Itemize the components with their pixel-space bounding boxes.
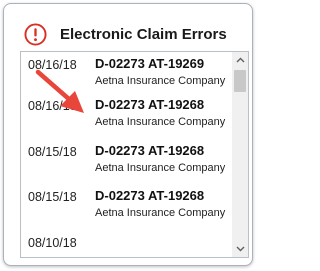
claim-date: 08/16/18 [28,58,77,72]
claims-list[interactable]: 08/16/18 D-02273 AT-19269 Aetna Insuranc… [20,51,249,258]
claim-company: Aetna Insurance Company [95,75,226,87]
chevron-up-icon [236,57,244,63]
claim-date: 08/10/18 [28,236,77,250]
claim-company: Aetna Insurance Company [95,116,226,128]
vertical-scrollbar[interactable] [232,52,248,257]
list-item[interactable]: 08/15/18 D-02273 AT-19268 Aetna Insuranc… [21,139,232,185]
claim-code: D-02273 AT-19268 [95,97,205,112]
claim-errors-panel: Electronic Claim Errors 08/16/18 D-02273… [3,3,253,266]
claim-code: D-02273 AT-19268 [95,188,205,203]
scrollbar-thumb[interactable] [234,70,246,92]
claim-company: Aetna Insurance Company [95,162,226,174]
claim-company: Aetna Insurance Company [95,207,226,219]
scroll-down-button[interactable] [232,241,248,257]
scroll-up-button[interactable] [232,52,248,68]
claim-code: D-02273 AT-19268 [95,143,205,158]
panel-title: Electronic Claim Errors [60,26,227,43]
list-item[interactable]: 08/10/18 [21,230,232,257]
list-item[interactable]: 08/16/18 D-02273 AT-19269 Aetna Insuranc… [21,52,232,98]
alert-circle-icon [24,23,47,46]
claim-date: 08/15/18 [28,190,77,204]
claim-code: D-02273 AT-19269 [95,56,205,71]
claim-date: 08/16/18 [28,99,77,113]
list-item[interactable]: 08/16/18 D-02273 AT-19268 Aetna Insuranc… [21,93,232,139]
list-item[interactable]: 08/15/18 D-02273 AT-19268 Aetna Insuranc… [21,184,232,230]
claim-date: 08/15/18 [28,145,77,159]
chevron-down-icon [236,246,244,252]
